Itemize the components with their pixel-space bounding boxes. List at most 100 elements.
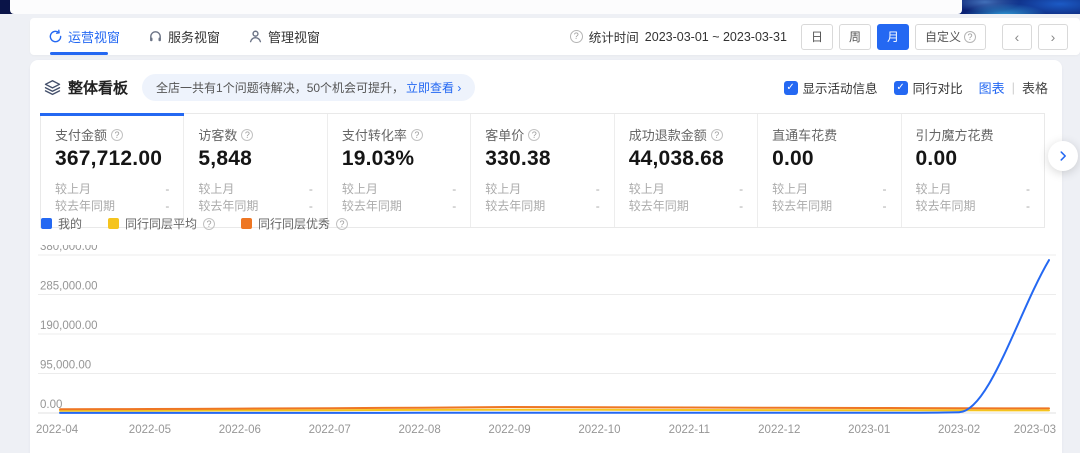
person-icon bbox=[248, 29, 263, 44]
x-axis-tick: 2022-12 bbox=[758, 424, 800, 436]
help-icon[interactable]: ? bbox=[111, 129, 123, 141]
compare-mom: 较上月- bbox=[772, 181, 886, 198]
top-banner-overlay bbox=[10, 0, 962, 14]
metric-label: 引力魔方花费 bbox=[916, 125, 1030, 144]
metric-card[interactable]: 直通车花费 0.00 较上月-较去年同期- bbox=[758, 114, 901, 227]
compare-mom: 较上月- bbox=[629, 181, 743, 198]
metric-label: 直通车花费 bbox=[772, 125, 886, 144]
x-axis-tick: 2022-08 bbox=[399, 424, 441, 436]
metric-cards-row: 支付金额?367,712.00较上月-较去年同期-访客数?5,848较上月-较去… bbox=[40, 113, 1045, 228]
y-axis-tick: 95,000.00 bbox=[40, 360, 91, 372]
show-activity-toggle[interactable]: ✓ 显示活动信息 bbox=[784, 78, 878, 97]
metric-card[interactable]: 成功退款金额?44,038.68较上月-较去年同期- bbox=[615, 114, 758, 227]
period-day-button[interactable]: 日 bbox=[801, 24, 833, 50]
compare-yoy: 较去年同期- bbox=[55, 198, 169, 215]
help-icon[interactable]: ? bbox=[241, 129, 253, 141]
metrics-carousel-next-button[interactable] bbox=[1048, 141, 1078, 171]
legend-swatch bbox=[241, 218, 252, 229]
info-icon[interactable]: ? bbox=[570, 30, 583, 43]
tab-label: 运营视窗 bbox=[68, 27, 120, 46]
view-switch-divider: | bbox=[1012, 80, 1015, 95]
next-period-button[interactable]: › bbox=[1038, 24, 1068, 50]
tab-label: 服务视窗 bbox=[168, 27, 220, 46]
prev-period-button[interactable]: ‹ bbox=[1002, 24, 1032, 50]
metric-card[interactable]: 引力魔方花费0.00较上月-较去年同期- bbox=[902, 114, 1044, 227]
stat-time: ? 统计时间 2023-03-01 ~ 2023-03-31 bbox=[570, 27, 787, 46]
metric-label: 支付转化率? bbox=[342, 125, 456, 144]
period-switcher: 日 周 月 自定义? ‹ › bbox=[801, 24, 1068, 50]
metric-card[interactable]: 支付金额? 367,712.00 较上月-较去年同期- bbox=[41, 114, 184, 227]
legend-label: 我的 bbox=[58, 215, 82, 232]
toggle-label: 显示活动信息 bbox=[803, 78, 878, 97]
metric-card[interactable]: 客单价?330.38较上月-较去年同期- bbox=[471, 114, 614, 227]
chart-legend: 我的同行同层平均?同行同层优秀? bbox=[41, 215, 348, 232]
period-month-button[interactable]: 月 bbox=[877, 24, 909, 50]
legend-label: 同行同层平均 bbox=[125, 215, 197, 232]
chart-view-button[interactable]: 图表 bbox=[979, 78, 1005, 97]
view-tabbar: 运营视窗 服务视窗 管理视窗 ? 统计时间 2023-03-01 ~ 2023-… bbox=[30, 18, 1080, 55]
legend-item[interactable]: 同行同层平均? bbox=[108, 215, 215, 232]
tab-service-view[interactable]: 服务视窗 bbox=[148, 18, 220, 55]
x-axis-tick: 2023-02 bbox=[938, 424, 980, 436]
compare-mom: 较上月- bbox=[916, 181, 1030, 198]
trend-line-chart: 380,000.00285,000.00190,000.0095,000.000… bbox=[30, 245, 1062, 453]
view-switch: 图表 | 表格 bbox=[979, 78, 1048, 97]
compare-mom: 较上月- bbox=[55, 181, 169, 198]
peer-compare-toggle[interactable]: ✓ 同行对比 bbox=[894, 78, 963, 97]
toggle-label: 同行对比 bbox=[913, 78, 963, 97]
period-custom-button[interactable]: 自定义? bbox=[915, 24, 986, 50]
stat-time-label: 统计时间 bbox=[589, 27, 639, 46]
legend-swatch bbox=[108, 218, 119, 229]
tab-operation-view[interactable]: 运营视窗 bbox=[48, 18, 120, 55]
metric-card[interactable]: 支付转化率?19.03%较上月-较去年同期- bbox=[328, 114, 471, 227]
metric-value: 19.03% bbox=[342, 147, 456, 171]
metric-value: 5,848 bbox=[198, 147, 312, 171]
compare-mom: 较上月- bbox=[485, 181, 599, 198]
x-axis-tick: 2022-11 bbox=[669, 424, 710, 436]
metric-label: 访客数? bbox=[198, 125, 312, 144]
metric-label: 客单价? bbox=[485, 125, 599, 144]
layers-icon bbox=[44, 79, 61, 96]
x-axis-tick: 2022-06 bbox=[219, 424, 261, 436]
checkbox-checked-icon: ✓ bbox=[784, 81, 798, 95]
metric-label: 支付金额? bbox=[55, 125, 169, 144]
legend-item[interactable]: 我的 bbox=[41, 215, 82, 232]
tab-management-view[interactable]: 管理视窗 bbox=[248, 18, 320, 55]
x-axis-tick: 2022-09 bbox=[488, 424, 530, 436]
headset-icon bbox=[148, 29, 163, 44]
help-icon[interactable]: ? bbox=[711, 129, 723, 141]
chart-line-1 bbox=[60, 410, 1049, 411]
x-axis-tick: 2023-03 bbox=[1014, 424, 1056, 436]
tab-label: 管理视窗 bbox=[268, 27, 320, 46]
notice-text: 全店一共有1个问题待解决，50个机会可提升， bbox=[156, 79, 404, 96]
legend-swatch bbox=[41, 218, 52, 229]
metric-value: 0.00 bbox=[772, 147, 886, 171]
chart-line-0 bbox=[60, 260, 1049, 413]
help-icon[interactable]: ? bbox=[528, 129, 540, 141]
legend-item[interactable]: 同行同层优秀? bbox=[241, 215, 348, 232]
help-icon[interactable]: ? bbox=[203, 218, 215, 230]
chevron-right-icon bbox=[1056, 149, 1070, 163]
metric-label: 成功退款金额? bbox=[629, 125, 743, 144]
checkbox-checked-icon: ✓ bbox=[894, 81, 908, 95]
refresh-icon bbox=[48, 29, 63, 44]
metric-card[interactable]: 访客数?5,848较上月-较去年同期- bbox=[184, 114, 327, 227]
compare-yoy: 较去年同期- bbox=[485, 198, 599, 215]
compare-mom: 较上月- bbox=[198, 181, 312, 198]
x-axis-tick: 2022-05 bbox=[129, 424, 171, 436]
help-icon[interactable]: ? bbox=[411, 129, 423, 141]
view-now-link[interactable]: 立即查看 › bbox=[406, 79, 461, 96]
help-icon[interactable]: ? bbox=[336, 218, 348, 230]
period-week-button[interactable]: 周 bbox=[839, 24, 871, 50]
metric-value: 367,712.00 bbox=[55, 147, 169, 171]
x-axis-tick: 2022-04 bbox=[36, 424, 79, 436]
y-axis-tick: 190,000.00 bbox=[40, 320, 98, 332]
section-title: 整体看板 bbox=[68, 77, 128, 98]
table-view-button[interactable]: 表格 bbox=[1022, 78, 1048, 97]
compare-mom: 较上月- bbox=[342, 181, 456, 198]
compare-yoy: 较去年同期- bbox=[772, 198, 886, 215]
compare-yoy: 较去年同期- bbox=[629, 198, 743, 215]
x-axis-tick: 2022-10 bbox=[578, 424, 620, 436]
stat-time-range: 2023-03-01 ~ 2023-03-31 bbox=[645, 30, 787, 44]
x-axis-tick: 2022-07 bbox=[309, 424, 351, 436]
